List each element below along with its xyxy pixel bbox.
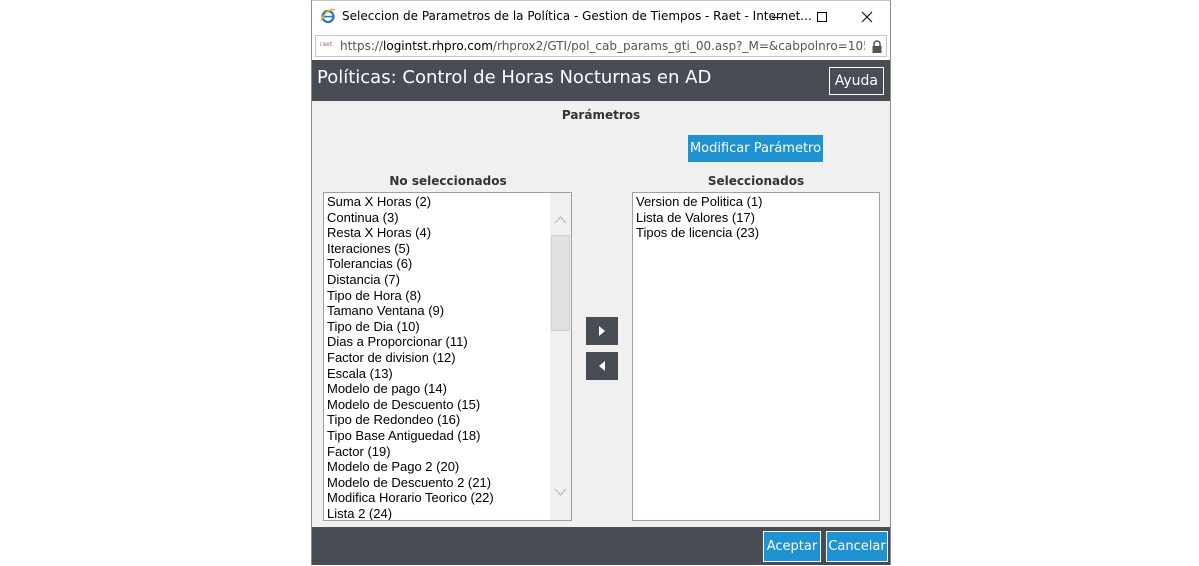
list-item[interactable]: Suma X Horas (2) (324, 194, 494, 210)
unselected-column-title: No seleccionados (389, 174, 507, 188)
maximize-button[interactable] (799, 1, 844, 32)
list-item[interactable]: Tipo Base Antiguedad (18) (324, 428, 494, 444)
url-text[interactable]: https://logintst.rhpro.com/rhprox2/GTI/p… (340, 39, 865, 53)
maximize-icon (816, 11, 827, 22)
list-item[interactable]: Factor (19) (324, 444, 494, 460)
close-icon (861, 11, 872, 22)
list-item[interactable]: Tipo de Hora (8) (324, 288, 494, 304)
list-item[interactable]: Factor de division (12) (324, 350, 494, 366)
list-item[interactable]: Dias a Proporcionar (11) (324, 334, 494, 350)
list-item[interactable]: Tipo de Redondeo (16) (324, 412, 494, 428)
popup-window: Seleccion de Parametros de la Política -… (311, 0, 891, 565)
list-item[interactable]: Escala (13) (324, 366, 494, 382)
list-item[interactable]: Modelo de Descuento 2 (21) (324, 475, 494, 491)
list-item[interactable]: Resta X Horas (4) (324, 225, 494, 241)
list-item[interactable]: Modifica Horario Teorico (22) (324, 490, 494, 506)
selected-column-title: Seleccionados (707, 174, 805, 188)
title-bar: Seleccion de Parametros de la Política -… (312, 1, 890, 32)
internet-explorer-icon (320, 8, 336, 24)
url-field[interactable]: raet https://logintst.rhpro.com/rhprox2/… (315, 35, 887, 57)
help-button[interactable]: Ayuda (828, 67, 884, 95)
add-parameter-button[interactable] (586, 317, 618, 345)
site-favicon: raet (320, 41, 333, 48)
minimize-icon (771, 16, 782, 18)
list-scrollbar[interactable] (550, 193, 571, 520)
cancel-button[interactable]: Cancelar (826, 531, 888, 562)
modify-parameter-button[interactable]: Modificar Parámetro (688, 135, 823, 162)
list-item[interactable]: Version de Politica (1) (633, 194, 762, 210)
address-bar: raet https://logintst.rhpro.com/rhprox2/… (312, 32, 890, 60)
remove-parameter-button[interactable] (586, 352, 618, 380)
window-title: Seleccion de Parametros de la Política -… (342, 9, 812, 23)
parameters-section-title: Parámetros (561, 108, 641, 122)
arrow-left-icon (599, 361, 605, 371)
list-item[interactable]: Continua (3) (324, 210, 494, 226)
close-window-button[interactable] (844, 1, 889, 32)
scroll-down-icon[interactable] (550, 483, 571, 501)
list-item[interactable]: Tolerancias (6) (324, 256, 494, 272)
unselected-parameters-list[interactable]: Suma X Horas (2) Continua (3) Resta X Hora… (323, 192, 572, 521)
lock-icon[interactable] (871, 39, 883, 53)
page-title: Políticas: Control de Horas Nocturnas en… (317, 67, 712, 88)
list-item[interactable]: Lista 2 (24) (324, 506, 494, 520)
app-header: Políticas: Control de Horas Nocturnas en… (312, 60, 890, 101)
footer-bar: Aceptar Cancelar (312, 527, 890, 565)
list-item[interactable]: Iteraciones (5) (324, 241, 494, 257)
minimize-button[interactable] (754, 1, 799, 32)
selected-parameters-list[interactable]: Version de Politica (1) Lista de Valores … (632, 192, 880, 521)
list-item[interactable]: Tipo de Dia (10) (324, 319, 494, 335)
list-item[interactable]: Modelo de Pago 2 (20) (324, 459, 494, 475)
list-item[interactable]: Lista de Valores (17) (633, 210, 762, 226)
list-item[interactable]: Distancia (7) (324, 272, 494, 288)
arrow-right-icon (599, 326, 605, 336)
scroll-up-icon[interactable] (550, 211, 571, 229)
list-item[interactable]: Modelo de Descuento (15) (324, 397, 494, 413)
list-item[interactable]: Modelo de pago (14) (324, 381, 494, 397)
scroll-thumb[interactable] (551, 235, 570, 331)
list-item[interactable]: Tamano Ventana (9) (324, 303, 494, 319)
list-item[interactable]: Tipos de licencia (23) (633, 225, 762, 241)
accept-button[interactable]: Aceptar (763, 531, 821, 562)
